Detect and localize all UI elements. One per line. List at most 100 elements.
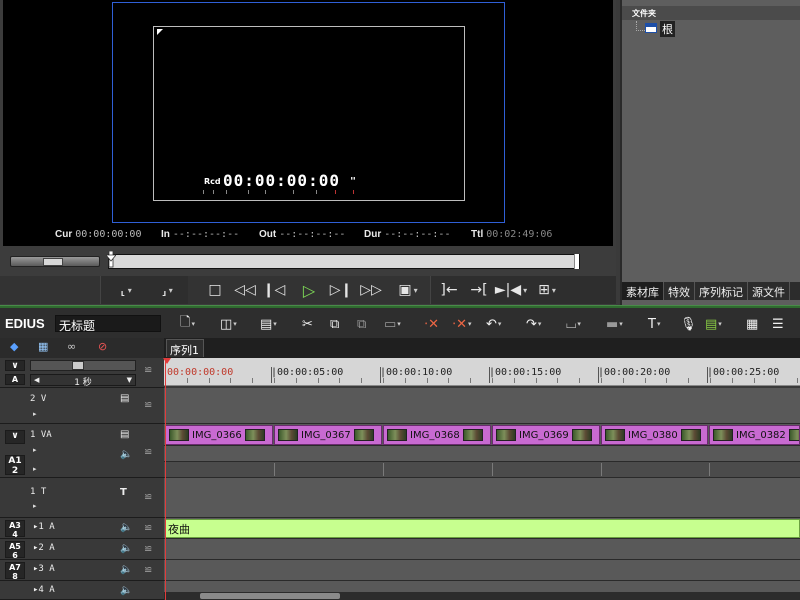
title-button[interactable]: T ▾ [648, 313, 660, 335]
timecode-label: Cur [55, 229, 73, 240]
track-lane-a3[interactable] [164, 560, 800, 581]
timeline-scrollbar-thumb[interactable] [200, 593, 340, 599]
video-clip[interactable]: IMG_0382 [709, 425, 800, 445]
position-scrubber[interactable] [108, 254, 580, 269]
speaker-icon[interactable]: 🔈 [120, 522, 132, 533]
voiceover-button[interactable]: 🎙 [680, 313, 697, 335]
replace-button[interactable]: ▭ ▾ [384, 313, 401, 335]
video-clip[interactable]: IMG_0369 [492, 425, 600, 445]
paste-button[interactable]: ⧉ [357, 313, 366, 335]
video-mute-icon[interactable]: ▤ [120, 393, 129, 404]
audio-patch-a12[interactable]: A1 2 [5, 455, 25, 476]
copy-button[interactable]: ⧉ [330, 313, 339, 335]
set-out-button[interactable]: ⸥ ▾ [150, 278, 184, 302]
timeline-ruler[interactable] [164, 358, 800, 386]
export-button[interactable]: ⊞ ▾ [534, 278, 560, 302]
audio-patch-toggle[interactable]: A [5, 374, 25, 385]
new-project-button[interactable]: 🗋 ▾ [180, 313, 195, 335]
track-options-icon[interactable]: ≌ [144, 492, 152, 503]
record-timecode: 00:00:00:00 [223, 171, 340, 190]
title-track-icon[interactable]: T [120, 487, 127, 498]
step-forward-button[interactable]: ▷❙ [330, 278, 353, 302]
track-options-icon[interactable]: ≌ [144, 365, 152, 376]
undo-button[interactable]: ↶ ▾ [486, 313, 501, 335]
video-clip[interactable]: IMG_0367 [274, 425, 382, 445]
expand-arrow-icon[interactable]: ▸ [33, 410, 37, 418]
tab-sequence-markers[interactable]: 序列标记 [695, 282, 748, 300]
expand-arrow-icon[interactable]: ▸ [33, 446, 37, 454]
track-lane-va1-waveform[interactable] [164, 462, 800, 478]
speaker-icon[interactable]: 🔈 [120, 449, 132, 460]
track-options-icon[interactable]: ≌ [144, 523, 152, 534]
open-project-button[interactable]: ◫ ▾ [220, 313, 237, 335]
track-options-icon[interactable]: ≌ [144, 400, 152, 411]
split-button[interactable]: ►|◀ ▾ [494, 278, 528, 302]
timeline-cursor-head[interactable] [163, 358, 171, 364]
rewind-button[interactable]: ◁◁ [232, 278, 258, 302]
play-button[interactable]: ▷ [298, 278, 320, 302]
audio-patch-a56[interactable]: A5 6 [5, 541, 25, 560]
tab-sequence1[interactable]: 序列1 [166, 339, 204, 357]
track-header-v2[interactable] [0, 388, 164, 424]
video-mute-icon[interactable]: ▤ [120, 429, 129, 440]
tab-effects[interactable]: 特效 [664, 282, 695, 300]
timeline-cursor[interactable] [165, 358, 166, 600]
zoom-slider-knob[interactable] [72, 361, 84, 370]
sync-mode-icon[interactable]: ◆ [10, 340, 18, 353]
root-folder-item[interactable]: 根 [660, 21, 675, 37]
track-options-icon[interactable]: ≌ [144, 544, 152, 555]
speaker-icon[interactable]: 🔈 [120, 585, 132, 596]
track-options-icon[interactable]: ≌ [144, 447, 152, 458]
playhead-marker-icon[interactable] [106, 251, 116, 269]
transition-button[interactable]: ▬ ▾ [606, 313, 623, 335]
track-header-t1[interactable] [0, 478, 164, 518]
track-lane-va1-audio[interactable] [164, 446, 800, 462]
video-clip[interactable]: IMG_0380 [601, 425, 708, 445]
track-header-a4[interactable] [0, 581, 164, 600]
overwrite-button[interactable]: →[ [466, 278, 492, 302]
video-patch-va1[interactable]: ∨ [5, 430, 25, 444]
grid-icon: ▦ [746, 316, 759, 332]
track-lane-v2[interactable] [164, 388, 800, 424]
timecode-value[interactable]: --:--:--:-- [279, 229, 345, 240]
audio-clip[interactable]: 夜曲 [165, 519, 800, 538]
step-back-button[interactable]: ❙◁ [263, 278, 286, 302]
track-lane-t1[interactable] [164, 478, 800, 518]
video-clip[interactable]: IMG_0368 [383, 425, 491, 445]
fast-forward-button[interactable]: ▷▷ [358, 278, 384, 302]
speaker-icon[interactable]: 🔈 [120, 543, 132, 554]
group-mode-icon[interactable]: ▦ [38, 340, 48, 353]
speaker-icon[interactable]: 🔈 [120, 564, 132, 575]
render-button[interactable]: ▤ ▾ [705, 313, 722, 335]
video-patch-toggle[interactable]: ∨ [5, 360, 25, 371]
zoom-scale-select[interactable]: ◀ 1 秒 ▼ [30, 374, 136, 388]
tab-asset-bin[interactable]: 素材库 [622, 282, 664, 300]
jog-slider-knob[interactable] [43, 258, 63, 266]
set-in-button[interactable]: ⸤ ▾ [110, 278, 142, 302]
project-name-field[interactable]: 无标题 [55, 315, 161, 333]
stop-button[interactable]: □ [205, 278, 225, 302]
tab-source[interactable]: 源文件 [748, 282, 790, 300]
redo-button[interactable]: ↷ ▾ [526, 313, 541, 335]
mixer-button[interactable]: ☰ [772, 313, 784, 335]
ripple-delete-button[interactable]: ⋅✕ ▾ [452, 313, 472, 335]
audio-patch-a34[interactable]: A3 4 [5, 520, 25, 539]
audio-patch-a78[interactable]: A7 8 [5, 562, 25, 581]
track-options-icon[interactable]: ≌ [144, 565, 152, 576]
expand-arrow-icon[interactable]: ▸ [33, 465, 37, 473]
video-clip[interactable]: IMG_0366 [165, 425, 273, 445]
waveform-mode-icon[interactable]: ⊘ [98, 340, 107, 353]
save-project-button[interactable]: ▤ ▾ [260, 313, 277, 335]
layout-button[interactable]: ▦ [746, 313, 758, 335]
loop-button[interactable]: ▣ ▾ [390, 278, 426, 302]
cut-button[interactable]: ✂ [302, 313, 313, 335]
add-marker-button[interactable]: ⌴ ▾ [566, 313, 581, 335]
timecode-value[interactable]: 00:00:00:00 [75, 229, 141, 240]
expand-arrow-icon[interactable]: ▸ [33, 502, 37, 510]
link-mode-icon[interactable]: ∞ [67, 340, 76, 353]
timecode-value[interactable]: --:--:--:-- [173, 229, 239, 240]
track-lane-a2[interactable] [164, 539, 800, 560]
timecode-value[interactable]: --:--:--:-- [384, 229, 450, 240]
delete-button[interactable]: ⋅✕ [424, 313, 439, 335]
insert-button[interactable]: ]← [436, 278, 462, 302]
